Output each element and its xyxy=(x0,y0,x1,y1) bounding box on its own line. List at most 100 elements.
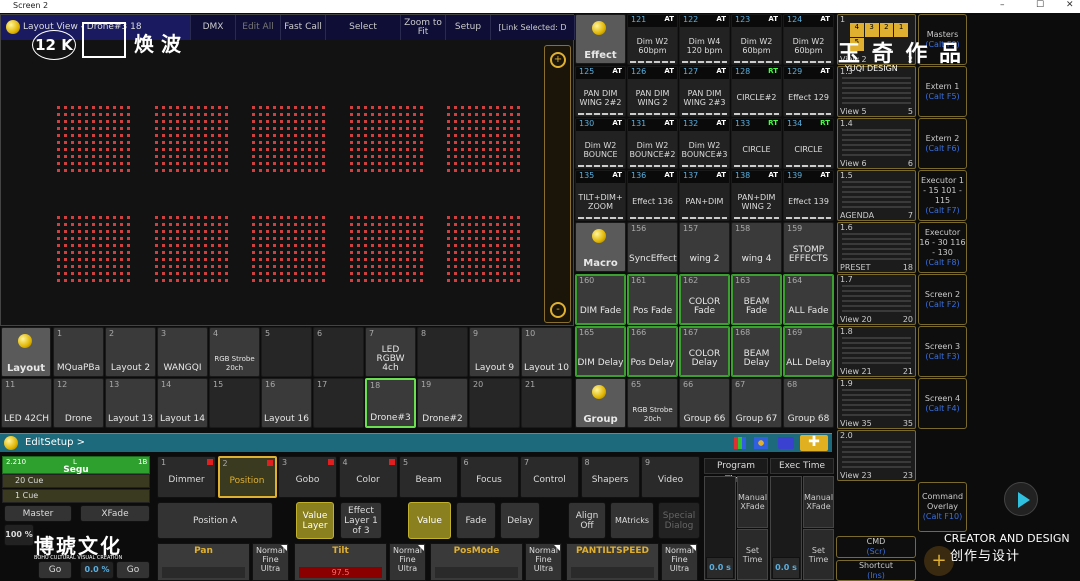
fixture-dot[interactable] xyxy=(183,279,186,282)
fixture-dot[interactable] xyxy=(183,162,186,165)
fixture-dot[interactable] xyxy=(350,258,353,261)
fixture-dot[interactable] xyxy=(99,141,102,144)
fixture-dot[interactable] xyxy=(113,272,116,275)
fixture-dot[interactable] xyxy=(475,258,478,261)
fixture-dot[interactable] xyxy=(266,272,269,275)
fixture-dot[interactable] xyxy=(57,223,60,226)
fixture-dot[interactable] xyxy=(92,265,95,268)
fixture-dot[interactable] xyxy=(113,265,116,268)
fixture-dot[interactable] xyxy=(106,148,109,151)
fixture-dot[interactable] xyxy=(510,141,513,144)
fixture-dot[interactable] xyxy=(385,162,388,165)
fixture-dot[interactable] xyxy=(204,223,207,226)
fixture-dot[interactable] xyxy=(287,127,290,130)
encoder-resolution[interactable]: Normal Fine Ultra xyxy=(389,543,426,581)
fixture-dot[interactable] xyxy=(64,251,67,254)
fixture-dot[interactable] xyxy=(127,265,130,268)
fixture-dot[interactable] xyxy=(475,272,478,275)
fixture-dot[interactable] xyxy=(71,230,74,233)
layout-pool-item[interactable]: 11 LED 42CH xyxy=(1,378,52,428)
fixture-dot[interactable] xyxy=(85,272,88,275)
fixture-dot[interactable] xyxy=(71,113,74,116)
fixture-dot[interactable] xyxy=(420,279,423,282)
fixture-dot[interactable] xyxy=(510,148,513,151)
align-button[interactable]: Align Off xyxy=(568,502,606,539)
fixture-dot[interactable] xyxy=(252,127,255,130)
fixture-dot[interactable] xyxy=(78,127,81,130)
fixture-dot[interactable] xyxy=(183,244,186,247)
fixture-dot[interactable] xyxy=(259,258,262,261)
fixture-dot[interactable] xyxy=(259,120,262,123)
fixture-dot[interactable] xyxy=(392,141,395,144)
fixture-dot[interactable] xyxy=(378,106,381,109)
fixture-dot[interactable] xyxy=(155,244,158,247)
fixture-dot[interactable] xyxy=(99,223,102,226)
fixture-dot[interactable] xyxy=(155,162,158,165)
program-time-header[interactable]: Program Time xyxy=(704,458,768,485)
fixture-dot[interactable] xyxy=(385,216,388,219)
fixture-dot[interactable] xyxy=(273,120,276,123)
fixture-dot[interactable] xyxy=(420,216,423,219)
fixture-dot[interactable] xyxy=(392,258,395,261)
fixture-dot[interactable] xyxy=(454,127,457,130)
effect-pool-item[interactable]: 133 RT CIRCLE xyxy=(731,118,782,169)
fixture-dot[interactable] xyxy=(190,265,193,268)
fixture-dot[interactable] xyxy=(183,134,186,137)
macro-pool-item[interactable]: 156 SyncEffects xyxy=(627,222,678,273)
effect-pool-item[interactable]: 139 AT Effect 139 xyxy=(783,170,834,221)
fixture-dot[interactable] xyxy=(204,251,207,254)
fixture-dot[interactable] xyxy=(308,223,311,226)
fixture-dot[interactable] xyxy=(92,169,95,172)
fixture-dot[interactable] xyxy=(489,230,492,233)
fixture-dot[interactable] xyxy=(447,155,450,158)
fixture-dot[interactable] xyxy=(113,279,116,282)
value-button[interactable]: Value xyxy=(408,502,451,539)
fixture-dot[interactable] xyxy=(78,162,81,165)
fixture-dot[interactable] xyxy=(197,127,200,130)
fixture-dot[interactable] xyxy=(413,223,416,226)
fixture-dot[interactable] xyxy=(259,216,262,219)
fixture-dot[interactable] xyxy=(169,127,172,130)
fixture-dot[interactable] xyxy=(280,230,283,233)
fixture-dot[interactable] xyxy=(287,148,290,151)
preset-type-control[interactable]: 7 Control xyxy=(520,456,579,498)
fixture-dot[interactable] xyxy=(378,141,381,144)
fixture-dot[interactable] xyxy=(413,244,416,247)
layout-pool-item[interactable]: 19 Drone#2 xyxy=(417,378,468,428)
fixture-dot[interactable] xyxy=(350,141,353,144)
fixture-dot[interactable] xyxy=(399,251,402,254)
fixture-dot[interactable] xyxy=(378,169,381,172)
fixture-dot[interactable] xyxy=(183,155,186,158)
fixture-dot[interactable] xyxy=(392,134,395,137)
fixture-dot[interactable] xyxy=(85,113,88,116)
fixture-dot[interactable] xyxy=(482,216,485,219)
fixture-dot[interactable] xyxy=(364,237,367,240)
fixture-dot[interactable] xyxy=(225,106,228,109)
fixture-dot[interactable] xyxy=(371,237,374,240)
fixture-dot[interactable] xyxy=(204,244,207,247)
fixture-dot[interactable] xyxy=(461,134,464,137)
fixture-dot[interactable] xyxy=(447,251,450,254)
fixture-dot[interactable] xyxy=(280,113,283,116)
fixture-dot[interactable] xyxy=(78,230,81,233)
color-picker-icon[interactable] xyxy=(734,437,746,449)
fixture-dot[interactable] xyxy=(197,216,200,219)
fixture-dot[interactable] xyxy=(120,244,123,247)
fixture-dot[interactable] xyxy=(371,216,374,219)
fixture-dot[interactable] xyxy=(204,265,207,268)
fixture-dot[interactable] xyxy=(190,251,193,254)
fixture-dot[interactable] xyxy=(350,162,353,165)
fixture-dot[interactable] xyxy=(350,169,353,172)
fixture-dot[interactable] xyxy=(364,120,367,123)
fixture-dot[interactable] xyxy=(120,237,123,240)
fixture-dot[interactable] xyxy=(78,155,81,158)
fixture-dot[interactable] xyxy=(510,169,513,172)
fixture-dot[interactable] xyxy=(64,272,67,275)
fixture-dot[interactable] xyxy=(197,113,200,116)
fixture-dot[interactable] xyxy=(273,272,276,275)
fixture-dot[interactable] xyxy=(392,113,395,116)
fixture-dot[interactable] xyxy=(406,155,409,158)
fixture-dot[interactable] xyxy=(475,127,478,130)
fixture-dot[interactable] xyxy=(225,244,228,247)
cmd-button[interactable]: CMD (Scr) xyxy=(836,536,916,558)
